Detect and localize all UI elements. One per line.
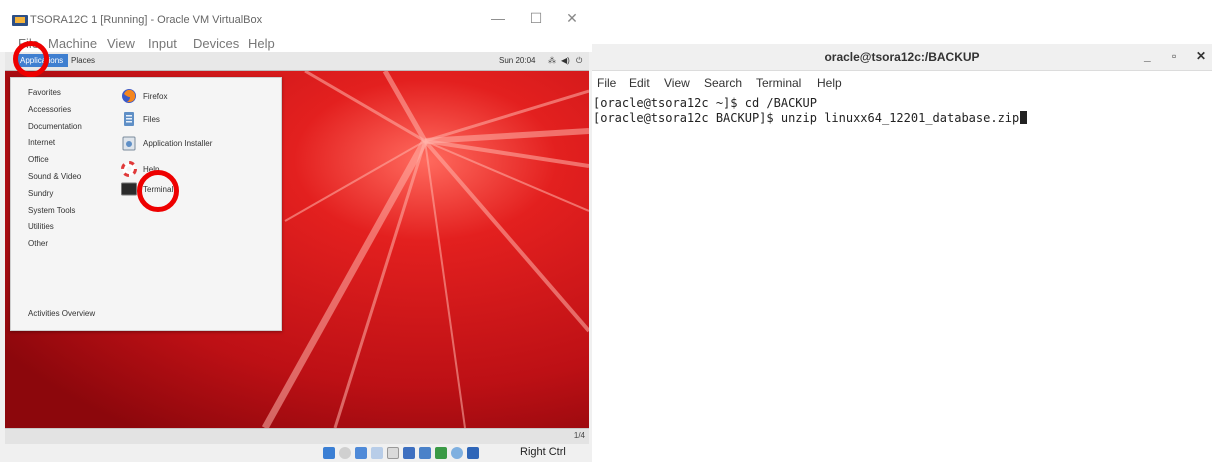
menu-help[interactable]: Help (248, 36, 275, 51)
guest-status-strip: 1/4 (5, 428, 589, 445)
volume-icon[interactable]: ◀) (561, 54, 570, 67)
display-icon[interactable] (387, 447, 399, 459)
terminal-titlebar: oracle@tsora12c:/BACKUP _ ▫ ✕ (592, 44, 1212, 71)
power-icon[interactable]: ⏻ (576, 54, 582, 67)
keyboard-capture-icon[interactable] (467, 447, 479, 459)
menu-devices[interactable]: Devices (193, 36, 239, 51)
minimize-button[interactable]: — (488, 10, 508, 26)
gnome-top-bar: Applications Places Sun 20:04 ⁂ ◀) ⏻ (5, 52, 589, 71)
menu-file[interactable]: File (597, 76, 616, 90)
virtualbox-app-icon (12, 15, 28, 26)
menu-terminal[interactable]: Terminal (756, 76, 801, 90)
shared-folders-icon[interactable] (371, 447, 383, 459)
category-accessories[interactable]: Accessories (28, 105, 71, 114)
virtualbox-window: TSORA12C 1 [Running] - Oracle VM Virtual… (0, 0, 593, 462)
text-cursor (1020, 111, 1028, 124)
places-menu-button[interactable]: Places (71, 54, 95, 67)
terminal-output[interactable]: [oracle@tsora12c ~]$ cd /BACKUP [oracle@… (593, 96, 1028, 126)
category-sound-video[interactable]: Sound & Video (28, 172, 81, 181)
menu-machine[interactable]: Machine (48, 36, 97, 51)
files-icon (124, 112, 134, 126)
menu-search[interactable]: Search (704, 76, 742, 90)
category-documentation[interactable]: Documentation (28, 122, 82, 131)
cpu-activity-icon[interactable] (435, 447, 447, 459)
category-office[interactable]: Office (28, 155, 49, 164)
mouse-integration-icon[interactable] (451, 447, 463, 459)
network-adapter-icon[interactable] (403, 447, 415, 459)
close-button[interactable]: ✕ (1196, 49, 1206, 63)
maximize-button[interactable]: ▫ (1172, 49, 1176, 63)
help-lifebuoy-icon (121, 161, 137, 177)
terminal-line-text: [oracle@tsora12c BACKUP]$ unzip linuxx64… (593, 111, 1020, 125)
terminal-line: [oracle@tsora12c BACKUP]$ unzip linuxx64… (593, 111, 1028, 126)
maximize-button[interactable]: ☐ (526, 10, 546, 27)
menu-edit[interactable]: Edit (629, 76, 650, 90)
category-other[interactable]: Other (28, 239, 48, 248)
activities-overview-link[interactable]: Activities Overview (28, 309, 95, 318)
annotation-circle-applications (13, 41, 49, 77)
app-label: Firefox (143, 92, 168, 101)
terminal-window: oracle@tsora12c:/BACKUP _ ▫ ✕ File Edit … (592, 0, 1212, 462)
app-label: Application Installer (143, 139, 213, 148)
network-icon[interactable]: ⁂ (548, 54, 556, 67)
window-title: TSORA12C 1 [Running] - Oracle VM Virtual… (30, 14, 263, 26)
menu-help[interactable]: Help (817, 76, 842, 90)
host-key-label: Right Ctrl (520, 446, 566, 458)
close-button[interactable]: ✕ (562, 10, 582, 27)
terminal-line: [oracle@tsora12c ~]$ cd /BACKUP (593, 96, 817, 110)
category-utilities[interactable]: Utilities (28, 222, 54, 231)
guest-screen: Applications Places Sun 20:04 ⁂ ◀) ⏻ Fav… (5, 52, 589, 428)
virtualbox-status-bar: Right Ctrl (0, 444, 592, 462)
menu-input[interactable]: Input (148, 36, 177, 51)
clock[interactable]: Sun 20:04 (499, 54, 535, 67)
minimize-button[interactable]: _ (1144, 49, 1151, 63)
category-internet[interactable]: Internet (28, 138, 55, 147)
workspace-pager[interactable]: 1/4 (574, 431, 585, 440)
menu-view[interactable]: View (107, 36, 135, 51)
firefox-icon (122, 89, 136, 103)
usb-icon[interactable] (355, 447, 367, 459)
recording-icon[interactable] (419, 447, 431, 459)
optical-drive-icon[interactable] (339, 447, 351, 459)
terminal-title: oracle@tsora12c:/BACKUP (824, 50, 980, 64)
menu-view[interactable]: View (664, 76, 690, 90)
virtualbox-menubar: File Machine View Input Devices Help (0, 34, 592, 52)
category-system-tools[interactable]: System Tools (28, 206, 75, 215)
terminal-icon (121, 182, 137, 196)
virtualbox-titlebar: TSORA12C 1 [Running] - Oracle VM Virtual… (0, 0, 592, 34)
hard-disk-icon[interactable] (323, 447, 335, 459)
annotation-circle-terminal (137, 170, 179, 212)
app-label: Files (143, 115, 160, 124)
category-sundry[interactable]: Sundry (28, 189, 53, 198)
terminal-menubar: File Edit View Search Terminal Help (592, 74, 1212, 94)
category-favorites[interactable]: Favorites (28, 88, 61, 97)
installer-icon (122, 136, 136, 151)
